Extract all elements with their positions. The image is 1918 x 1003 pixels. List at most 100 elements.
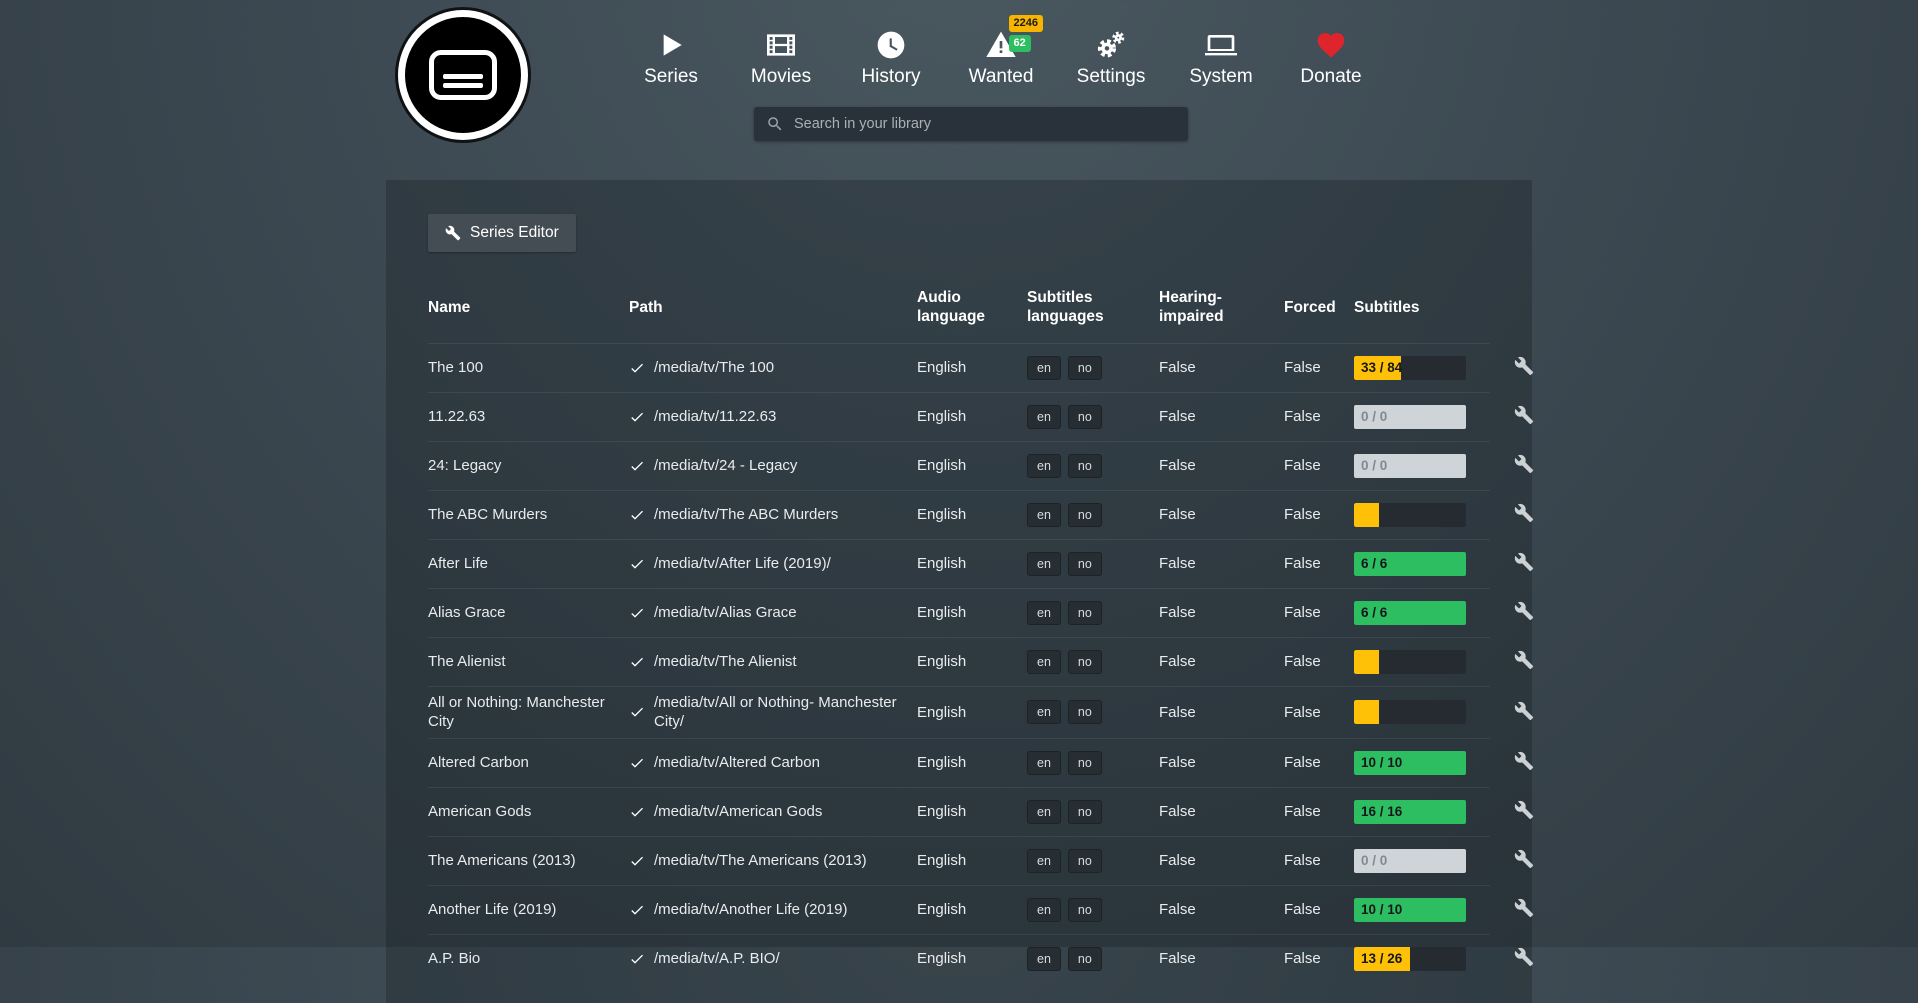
series-name: 24: Legacy <box>428 456 623 476</box>
subtitles-languages: enno <box>1027 898 1153 922</box>
search-icon <box>766 115 784 133</box>
check-icon <box>629 951 645 967</box>
series-path: /media/tv/The 100 <box>629 358 911 378</box>
nav-item-settings[interactable]: Settings <box>1072 28 1150 88</box>
wrench-icon <box>1514 405 1534 425</box>
hearing-impaired-value: False <box>1159 456 1278 476</box>
table-row: 11.22.63 /media/tv/11.22.63 English enno… <box>428 392 1490 441</box>
clock-icon <box>875 29 907 61</box>
heart-icon <box>1315 29 1347 61</box>
edit-series-button[interactable] <box>1510 943 1538 974</box>
series-path: /media/tv/The Americans (2013) <box>629 851 911 871</box>
series-path: /media/tv/All or Nothing- Manchester Cit… <box>629 693 911 732</box>
series-name: Alias Grace <box>428 603 623 623</box>
subtitles-languages: enno <box>1027 601 1153 625</box>
series-path: /media/tv/American Gods <box>629 802 911 822</box>
nav-item-wanted[interactable]: 224662 Wanted <box>962 28 1040 88</box>
check-icon <box>629 654 645 670</box>
language-badge: no <box>1068 751 1102 775</box>
language-badge: no <box>1068 947 1102 971</box>
audio-language: English <box>917 703 1021 723</box>
laptop-icon <box>1205 29 1237 61</box>
edit-series-button[interactable] <box>1510 548 1538 579</box>
forced-value: False <box>1284 554 1348 574</box>
series-path: /media/tv/After Life (2019)/ <box>629 554 911 574</box>
hearing-impaired-value: False <box>1159 851 1278 871</box>
wrench-icon <box>1514 898 1534 918</box>
forced-value: False <box>1284 358 1348 378</box>
nav-item-movies[interactable]: Movies <box>742 28 820 88</box>
language-badge: en <box>1027 650 1061 674</box>
series-panel: Series Editor NamePathAudio languageSubt… <box>386 180 1532 1003</box>
edit-series-button[interactable] <box>1510 401 1538 432</box>
series-path: /media/tv/Another Life (2019) <box>629 900 911 920</box>
nav-item-system[interactable]: System <box>1182 28 1260 88</box>
wrench-icon <box>1514 751 1534 771</box>
edit-series-button[interactable] <box>1510 845 1538 876</box>
edit-series-button[interactable] <box>1510 894 1538 925</box>
wrench-icon <box>445 225 461 241</box>
subtitles-progress <box>1354 700 1466 724</box>
app-logo[interactable] <box>398 10 528 140</box>
hearing-impaired-value: False <box>1159 554 1278 574</box>
forced-value: False <box>1284 900 1348 920</box>
subtitles-progress: 13 / 26 <box>1354 947 1466 971</box>
series-name: A.P. Bio <box>428 949 623 969</box>
series-editor-button[interactable]: Series Editor <box>428 214 576 252</box>
edit-series-button[interactable] <box>1510 747 1538 778</box>
table-header-row: NamePathAudio languageSubtitles language… <box>428 288 1490 343</box>
search-input[interactable] <box>792 115 1188 133</box>
subtitles-languages: enno <box>1027 356 1153 380</box>
forced-value: False <box>1284 753 1348 773</box>
subtitles-languages: enno <box>1027 751 1153 775</box>
nav-item-donate[interactable]: Donate <box>1292 28 1370 88</box>
subtitles-languages: enno <box>1027 405 1153 429</box>
edit-series-button[interactable] <box>1510 352 1538 383</box>
column-header: Forced <box>1284 298 1348 317</box>
hearing-impaired-value: False <box>1159 407 1278 427</box>
audio-language: English <box>917 753 1021 773</box>
language-badge: en <box>1027 800 1061 824</box>
column-header: Path <box>629 298 911 317</box>
language-badge: no <box>1068 454 1102 478</box>
language-badge: no <box>1068 601 1102 625</box>
language-badge: no <box>1068 503 1102 527</box>
edit-series-button[interactable] <box>1510 646 1538 677</box>
edit-series-button[interactable] <box>1510 796 1538 827</box>
nav-item-label: Settings <box>1077 66 1146 88</box>
forced-value: False <box>1284 603 1348 623</box>
nav-item-series[interactable]: Series <box>632 28 710 88</box>
nav-badge: 62 <box>1009 35 1031 52</box>
language-badge: no <box>1068 898 1102 922</box>
table-row: Alias Grace /media/tv/Alias Grace Englis… <box>428 588 1490 637</box>
hearing-impaired-value: False <box>1159 703 1278 723</box>
nav-item-history[interactable]: History <box>852 28 930 88</box>
edit-series-button[interactable] <box>1510 450 1538 481</box>
audio-language: English <box>917 603 1021 623</box>
series-name: The Alienist <box>428 652 623 672</box>
edit-series-button[interactable] <box>1510 597 1538 628</box>
language-badge: no <box>1068 849 1102 873</box>
language-badge: no <box>1068 800 1102 824</box>
series-name: Another Life (2019) <box>428 900 623 920</box>
forced-value: False <box>1284 456 1348 476</box>
library-search[interactable] <box>754 107 1188 141</box>
table-row: Another Life (2019) /media/tv/Another Li… <box>428 885 1490 934</box>
check-icon <box>629 556 645 572</box>
language-badge: en <box>1027 849 1061 873</box>
language-badge: en <box>1027 898 1061 922</box>
table-row: 24: Legacy /media/tv/24 - Legacy English… <box>428 441 1490 490</box>
table-row: The 100 /media/tv/The 100 English enno F… <box>428 343 1490 392</box>
subtitles-progress: 0 / 0 <box>1354 454 1466 478</box>
edit-series-button[interactable] <box>1510 697 1538 728</box>
language-badge: en <box>1027 601 1061 625</box>
language-badge: en <box>1027 947 1061 971</box>
wrench-icon <box>1514 601 1534 621</box>
forced-value: False <box>1284 407 1348 427</box>
subtitles-progress <box>1354 503 1466 527</box>
edit-series-button[interactable] <box>1510 499 1538 530</box>
column-header: Hearing-impaired <box>1159 288 1278 327</box>
nav-item-label: Donate <box>1300 66 1361 88</box>
series-path: /media/tv/The Alienist <box>629 652 911 672</box>
subtitles-languages: enno <box>1027 947 1153 971</box>
